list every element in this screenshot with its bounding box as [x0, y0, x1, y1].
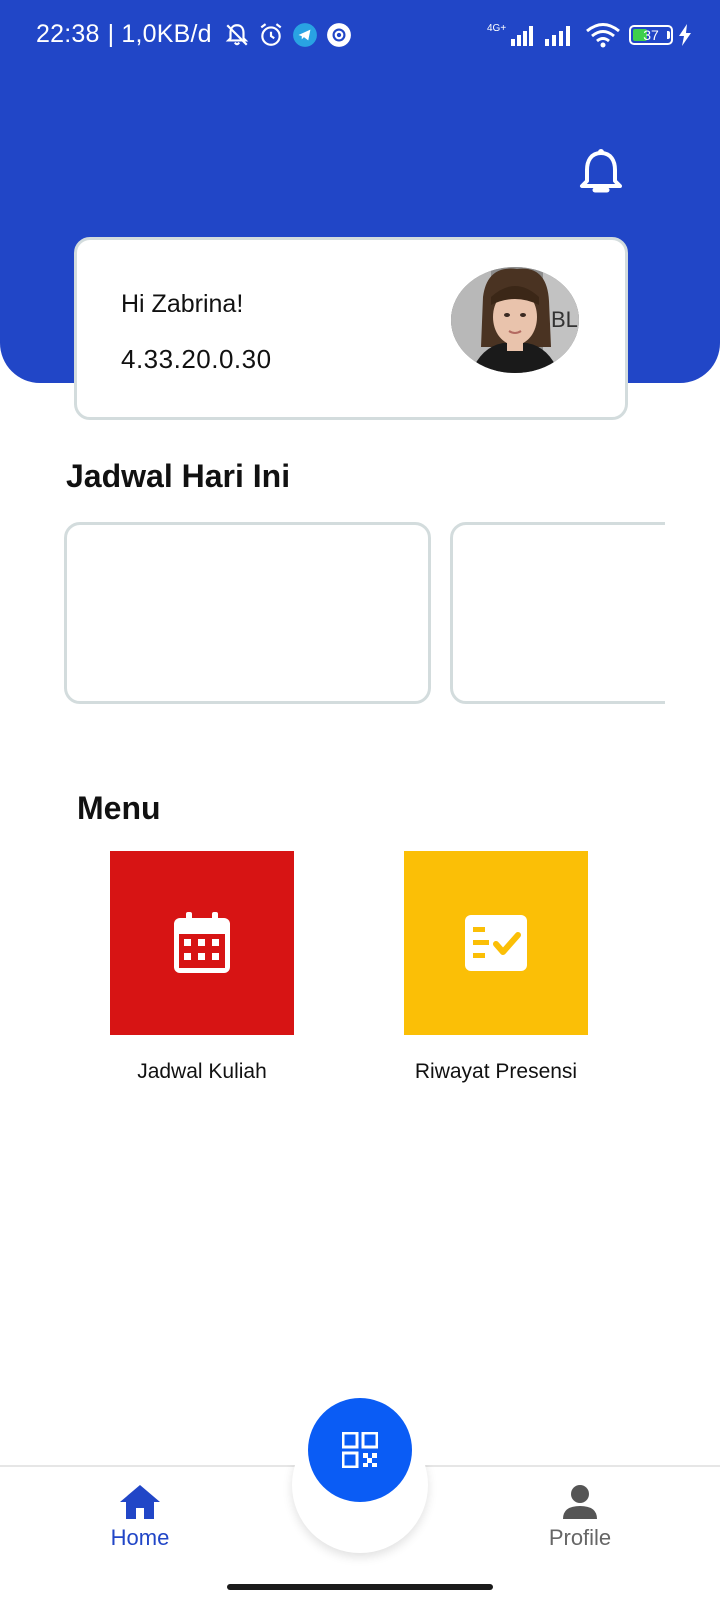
checklist-icon — [465, 915, 527, 971]
menu-jadwal-kuliah-button[interactable] — [110, 851, 294, 1035]
menu-jadwal-kuliah-label[interactable]: Jadwal Kuliah — [82, 1060, 322, 1084]
nav-profile-label: Profile — [548, 1525, 612, 1550]
home-indicator[interactable] — [227, 1584, 493, 1590]
alarm-icon — [260, 22, 282, 46]
charging-icon — [679, 24, 691, 46]
menu-riwayat-presensi-button[interactable] — [404, 851, 588, 1035]
schedule-list[interactable] — [64, 522, 665, 707]
telegram-icon — [292, 22, 317, 47]
battery-icon: 37 — [629, 25, 673, 45]
mute-bell-icon — [225, 23, 249, 46]
nav-home-label: Home — [110, 1525, 170, 1550]
battery-indicator: 37 — [629, 25, 673, 45]
schedule-card[interactable] — [64, 522, 431, 704]
bell-icon[interactable] — [578, 148, 624, 196]
schedule-title: Jadwal Hari Ini — [66, 458, 291, 494]
status-speed: | 1,0KB/d — [107, 20, 212, 48]
status-left: 22:38 | 1,0KB/d — [36, 20, 352, 49]
schedule-card[interactable] — [450, 522, 665, 704]
battery-level: 37 — [643, 27, 659, 43]
menu-title: Menu — [77, 790, 161, 826]
qr-code-icon — [342, 1432, 378, 1468]
nav-home[interactable]: Home — [70, 1485, 210, 1551]
app-icon — [326, 22, 351, 47]
signal-icon — [545, 26, 570, 46]
avatar[interactable]: BLIC — [451, 267, 579, 373]
person-icon — [563, 1485, 597, 1519]
user-photo: BLIC — [451, 267, 579, 373]
user-id: 4.33.20.0.30 — [121, 344, 272, 374]
status-notification-icons — [224, 22, 352, 48]
wifi-icon — [586, 23, 620, 48]
nav-profile[interactable]: Profile — [510, 1485, 650, 1551]
status-bar: 22:38 | 1,0KB/d 4G+ 37 — [0, 0, 720, 72]
status-right: 4G+ 37 — [487, 22, 692, 48]
signal-4g-icon: 4G+ — [487, 23, 533, 46]
menu-riwayat-presensi-label[interactable]: Riwayat Presensi — [376, 1060, 616, 1084]
greeting-text: Hi Zabrina! — [121, 290, 244, 318]
calendar-icon — [174, 912, 230, 973]
user-card: Hi Zabrina! 4.33.20.0.30 BLIC — [74, 237, 628, 420]
qr-scan-button[interactable] — [308, 1398, 412, 1502]
status-time: 22:38 — [36, 20, 100, 48]
svg-text:BLIC: BLIC — [551, 307, 579, 332]
home-icon — [120, 1485, 160, 1519]
svg-text:4G+: 4G+ — [487, 23, 506, 34]
